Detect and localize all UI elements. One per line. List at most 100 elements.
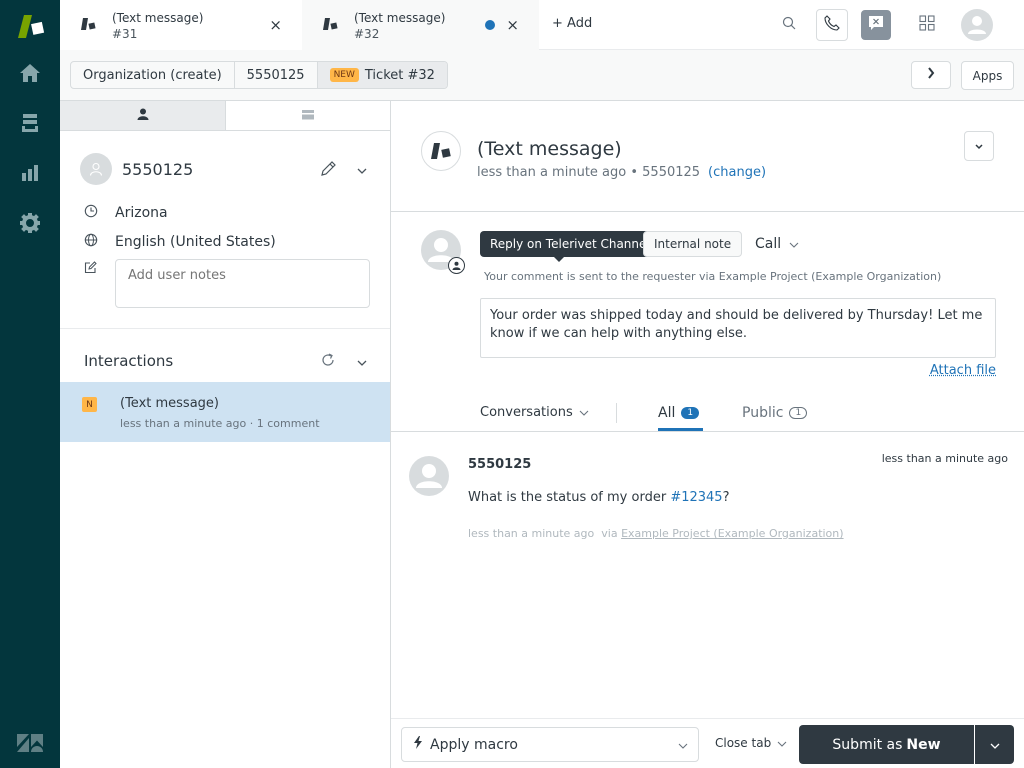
divider	[616, 403, 617, 423]
call-dropdown[interactable]: Call	[755, 236, 799, 252]
user-icon	[137, 108, 149, 124]
tab-title: (Text message)	[354, 11, 446, 25]
nav-home[interactable]	[0, 55, 60, 95]
ticket-tab-32[interactable]: (Text message) #32 ×	[302, 0, 539, 50]
user-avatar	[80, 153, 112, 185]
comment-editor[interactable]: Your order was shipped today and should …	[480, 298, 996, 358]
divider	[391, 211, 1024, 212]
conversations-filter[interactable]: Conversations	[480, 405, 589, 420]
next-ticket-button[interactable]	[911, 61, 951, 89]
breadcrumb-organization[interactable]: Organization (create)	[71, 62, 235, 88]
ticket-options-button[interactable]	[964, 131, 994, 161]
new-status-badge: N	[82, 397, 97, 412]
chevron-down-icon	[789, 236, 799, 252]
chevron-down-icon[interactable]	[356, 163, 368, 179]
divider	[60, 328, 390, 329]
context-tabs	[60, 101, 390, 131]
channel-link[interactable]: Example Project (Example Organization)	[621, 527, 843, 540]
close-icon[interactable]: ×	[269, 16, 282, 34]
lightning-icon	[414, 736, 422, 753]
add-tab-button[interactable]: + Add	[552, 16, 592, 31]
chat-button[interactable]	[861, 10, 891, 40]
chevron-down-icon	[777, 736, 787, 750]
text-channel-icon	[322, 17, 338, 35]
talk-button[interactable]	[816, 9, 848, 41]
requester-icon	[448, 257, 465, 274]
breadcrumb-ticket[interactable]: NEW Ticket #32	[317, 62, 447, 88]
unsaved-indicator	[485, 20, 495, 30]
submit-options-button[interactable]	[975, 725, 1014, 764]
user-notes-row	[84, 261, 97, 278]
ticket-meta: less than a minute ago • 5550125 (change)	[477, 165, 767, 180]
divider	[391, 431, 1024, 432]
note-edit-icon	[84, 261, 97, 278]
tab-public[interactable]: Public 1	[742, 405, 808, 421]
breadcrumb: Organization (create) 5550125 NEW Ticket…	[70, 61, 448, 89]
submit-button[interactable]: Submit as New	[799, 725, 974, 764]
ticket-title: (Text message)	[477, 138, 622, 160]
ticket-workspace: (Text message) less than a minute ago • …	[391, 101, 1024, 718]
user-notes-input[interactable]	[115, 259, 370, 308]
attach-file-link[interactable]: Attach file	[930, 363, 996, 378]
apply-macro-dropdown[interactable]: Apply macro	[401, 727, 699, 762]
user-menu-avatar[interactable]	[961, 9, 993, 41]
main-nav	[0, 0, 60, 768]
order-link[interactable]: #12345	[670, 490, 722, 505]
nav-admin[interactable]	[0, 205, 60, 245]
nav-views[interactable]	[0, 105, 60, 145]
ticket-context-bar: Organization (create) 5550125 NEW Ticket…	[60, 50, 1024, 101]
product-tray-button[interactable]	[911, 9, 943, 41]
text-channel-icon	[80, 17, 96, 35]
close-tab-dropdown[interactable]: Close tab	[715, 736, 787, 750]
zendesk-logo-icon[interactable]	[17, 733, 43, 757]
ticket-tab-31[interactable]: (Text message) #31 ×	[60, 0, 302, 50]
user-language: English (United States)	[84, 233, 276, 251]
search-icon	[782, 16, 796, 34]
organization-icon	[302, 108, 314, 124]
tab-subtitle: #32	[354, 27, 380, 41]
chevron-down-icon	[975, 138, 983, 154]
refresh-icon[interactable]	[320, 352, 336, 372]
reply-hint: Your comment is sent to the requester vi…	[484, 270, 942, 283]
apps-button[interactable]: Apps	[961, 61, 1014, 90]
chevron-down-icon	[990, 737, 1000, 753]
change-requester-link[interactable]: (change)	[708, 165, 766, 180]
search-button[interactable]	[773, 9, 805, 41]
tab-user[interactable]	[60, 101, 225, 130]
tab-organization[interactable]	[225, 101, 390, 130]
chevron-right-icon	[927, 67, 935, 83]
product-logo-icon[interactable]	[16, 13, 46, 39]
globe-icon	[84, 233, 98, 251]
requester-avatar	[409, 456, 449, 496]
public-reply-button[interactable]: Reply on Telerivet Channel	[480, 231, 660, 262]
interaction-item[interactable]: N (Text message) less than a minute ago …	[60, 382, 390, 442]
grid-icon	[919, 15, 935, 35]
text-channel-icon	[421, 131, 461, 171]
status-badge: NEW	[329, 68, 359, 82]
chat-offline-icon	[867, 14, 885, 36]
count-badge: 1	[789, 407, 808, 419]
pencil-icon[interactable]	[319, 160, 337, 182]
phone-icon	[823, 14, 841, 36]
tab-all[interactable]: All 1	[658, 405, 700, 421]
user-name: 5550125	[122, 160, 194, 179]
breadcrumb-user[interactable]: 5550125	[235, 62, 318, 88]
message-time: less than a minute ago	[881, 452, 1008, 465]
context-panel: 5550125 Arizona English (United States) …	[60, 101, 391, 768]
tab-subtitle: #31	[112, 27, 138, 41]
clock-icon	[84, 204, 98, 222]
interaction-title: (Text message)	[120, 396, 219, 411]
views-icon	[21, 113, 39, 137]
nav-reporting[interactable]	[0, 155, 60, 195]
message-author[interactable]: 5550125	[468, 457, 531, 472]
home-icon	[19, 63, 41, 87]
message-meta: less than a minute ago via Example Proje…	[468, 527, 844, 540]
top-bar: (Text message) #31 × (Text message) #32 …	[60, 0, 1024, 50]
close-icon[interactable]: ×	[506, 16, 519, 34]
interactions-heading: Interactions	[84, 352, 174, 370]
tab-title: (Text message)	[112, 11, 204, 25]
internal-note-button[interactable]: Internal note	[643, 231, 743, 257]
message-body: What is the status of my order #12345?	[468, 490, 730, 505]
chevron-down-icon[interactable]	[356, 355, 368, 371]
reporting-icon	[21, 164, 39, 186]
